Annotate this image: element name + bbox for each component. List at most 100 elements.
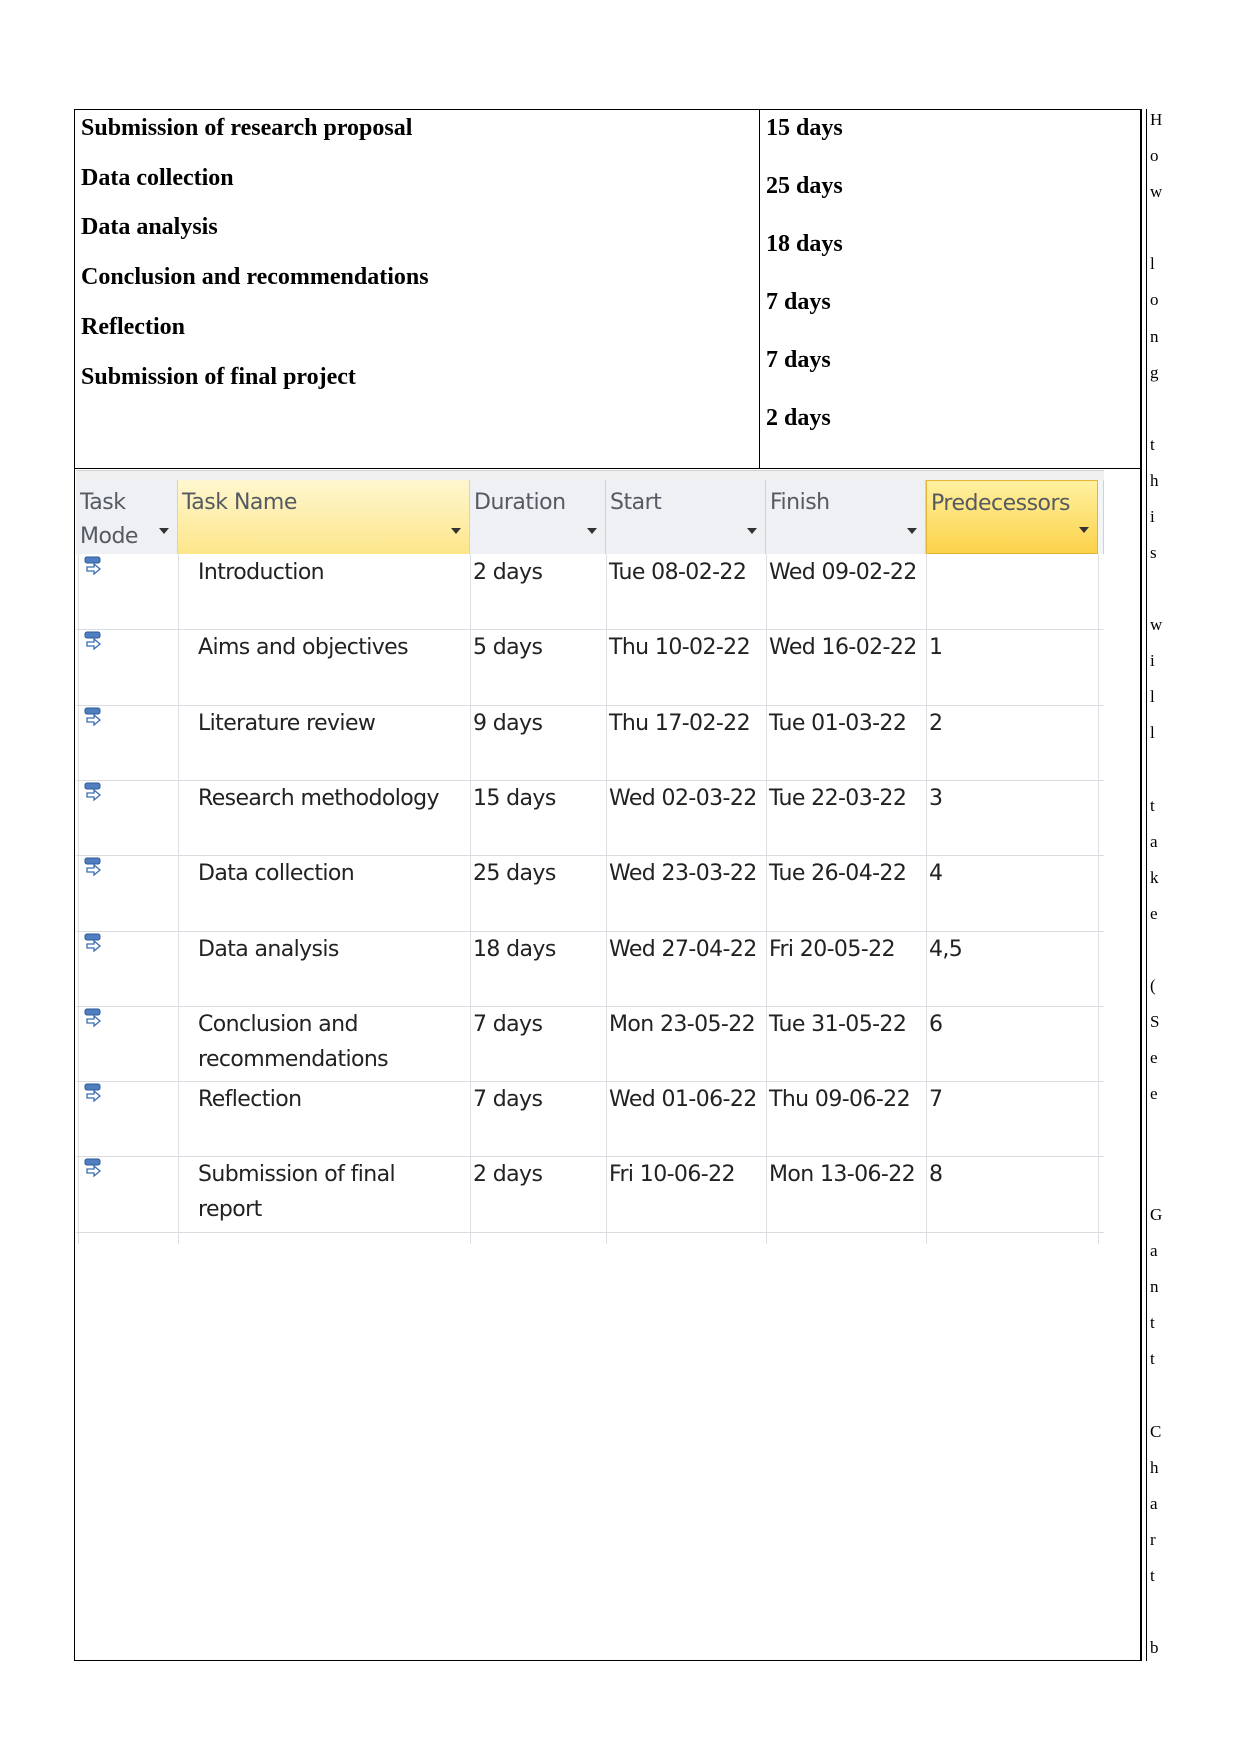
header-duration-label: Duration: [474, 490, 566, 515]
side-text-char: t: [1150, 1566, 1155, 1585]
task-name[interactable]: Reflection: [198, 1082, 458, 1117]
header-start[interactable]: Start: [606, 480, 766, 554]
task-start[interactable]: Wed 27-04-22: [609, 932, 757, 967]
task-start[interactable]: Tue 08-02-22: [609, 555, 747, 590]
header-duration[interactable]: Duration: [470, 480, 606, 554]
task-finish[interactable]: Tue 26-04-22: [769, 856, 907, 891]
header-finish[interactable]: Finish: [766, 480, 926, 554]
task-finish[interactable]: Thu 09-06-22: [769, 1082, 911, 1117]
side-text-char: (: [1150, 976, 1156, 995]
task-name[interactable]: Research methodology: [198, 781, 458, 816]
side-text-char: i: [1150, 507, 1155, 526]
side-text-char: G: [1150, 1205, 1163, 1224]
summary-task: Conclusion and recommendations: [81, 264, 429, 290]
task-name[interactable]: Aims and objectives: [198, 630, 458, 665]
side-text-char: l: [1150, 687, 1155, 706]
task-duration[interactable]: 9 days: [473, 706, 543, 741]
side-text-char: t: [1150, 796, 1155, 815]
side-text-char: o: [1150, 290, 1159, 309]
dropdown-arrow-icon[interactable]: [747, 528, 757, 534]
task-start[interactable]: Thu 17-02-22: [609, 706, 751, 741]
side-text-char: S: [1150, 1012, 1160, 1031]
column-divider: [606, 554, 607, 1244]
task-start[interactable]: Wed 23-03-22: [609, 856, 757, 891]
task-finish[interactable]: Tue 22-03-22: [769, 781, 907, 816]
header-predecessors-label: Predecessors: [931, 491, 1071, 516]
header-task-mode[interactable]: Task Mode: [76, 480, 178, 554]
task-duration[interactable]: 5 days: [473, 630, 543, 665]
task-duration[interactable]: 2 days: [473, 555, 543, 590]
task-finish[interactable]: Tue 01-03-22: [769, 706, 907, 741]
task-finish[interactable]: Fri 20-05-22: [769, 932, 895, 967]
header-task-mode-label: Task Mode: [80, 490, 138, 549]
side-text-char: w: [1150, 615, 1163, 634]
side-text-char: e: [1150, 1048, 1158, 1067]
task-predecessors[interactable]: 3: [929, 781, 943, 816]
column-divider: [178, 554, 179, 1244]
side-text-char: l: [1150, 723, 1155, 742]
side-text-char: t: [1150, 1349, 1155, 1368]
header-start-label: Start: [610, 490, 662, 515]
task-duration[interactable]: 7 days: [473, 1082, 543, 1117]
task-duration[interactable]: 2 days: [473, 1157, 543, 1192]
auto-scheduled-task-icon: [84, 933, 102, 952]
task-start[interactable]: Fri 10-06-22: [609, 1157, 735, 1192]
dropdown-arrow-icon[interactable]: [587, 528, 597, 534]
task-finish[interactable]: Mon 13-06-22: [769, 1157, 916, 1192]
dropdown-arrow-icon[interactable]: [1079, 527, 1089, 533]
side-text-char: H: [1150, 110, 1163, 129]
summary-duration: 2 days: [766, 405, 831, 431]
auto-scheduled-task-icon: [84, 1008, 102, 1028]
task-predecessors[interactable]: 7: [929, 1082, 943, 1117]
summary-task: Data collection: [81, 165, 234, 191]
summary-task: Data analysis: [81, 214, 218, 240]
side-text-char: o: [1150, 146, 1159, 165]
task-name[interactable]: Introduction: [198, 555, 458, 590]
column-divider: [78, 554, 79, 1244]
summary-bottom-border: [74, 468, 1142, 469]
side-text-char: n: [1150, 327, 1159, 346]
task-predecessors[interactable]: 8: [929, 1157, 943, 1192]
task-predecessors[interactable]: 6: [929, 1007, 943, 1042]
side-text-char: w: [1150, 182, 1163, 201]
row-divider: [76, 1231, 1104, 1233]
header-task-name[interactable]: Task Name: [178, 480, 470, 554]
task-duration[interactable]: 15 days: [473, 781, 556, 816]
task-predecessors[interactable]: 2: [929, 706, 943, 741]
task-start[interactable]: Thu 10-02-22: [609, 630, 751, 665]
task-start[interactable]: Wed 02-03-22: [609, 781, 757, 816]
task-name[interactable]: Data collection: [198, 856, 458, 891]
task-predecessors[interactable]: 4: [929, 856, 943, 891]
task-finish[interactable]: Wed 16-02-22: [769, 630, 917, 665]
task-predecessors[interactable]: 1: [929, 630, 943, 665]
dropdown-arrow-icon[interactable]: [159, 528, 169, 534]
task-duration[interactable]: 18 days: [473, 932, 556, 967]
header-next-column[interactable]: [1098, 480, 1104, 554]
header-task-name-label: Task Name: [182, 490, 297, 515]
task-finish[interactable]: Wed 09-02-22: [769, 555, 917, 590]
summary-duration: 15 days: [766, 115, 843, 141]
side-text-char: k: [1150, 868, 1159, 887]
column-divider: [766, 554, 767, 1244]
dropdown-arrow-icon[interactable]: [907, 528, 917, 534]
task-name[interactable]: Conclusion and recommendations: [198, 1007, 458, 1077]
task-start[interactable]: Wed 01-06-22: [609, 1082, 757, 1117]
side-text-char: t: [1150, 435, 1155, 454]
task-duration[interactable]: 7 days: [473, 1007, 543, 1042]
side-text-char: h: [1150, 471, 1159, 490]
auto-scheduled-task-icon: [84, 857, 102, 877]
side-text-char: b: [1150, 1638, 1159, 1657]
task-name[interactable]: Data analysis: [198, 932, 458, 967]
side-text-char: a: [1150, 1494, 1158, 1513]
task-start[interactable]: Mon 23-05-22: [609, 1007, 756, 1042]
header-predecessors[interactable]: Predecessors: [926, 480, 1098, 554]
auto-scheduled-task-icon: [84, 1083, 102, 1103]
task-finish[interactable]: Tue 31-05-22: [769, 1007, 907, 1042]
task-name[interactable]: Submission of final report: [198, 1157, 458, 1227]
task-predecessors[interactable]: 4,5: [929, 932, 963, 967]
task-name[interactable]: Literature review: [198, 706, 458, 741]
dropdown-arrow-icon[interactable]: [451, 528, 461, 534]
auto-scheduled-task-icon: [84, 1158, 102, 1178]
task-duration[interactable]: 25 days: [473, 856, 556, 891]
summary-duration: 7 days: [766, 289, 831, 315]
